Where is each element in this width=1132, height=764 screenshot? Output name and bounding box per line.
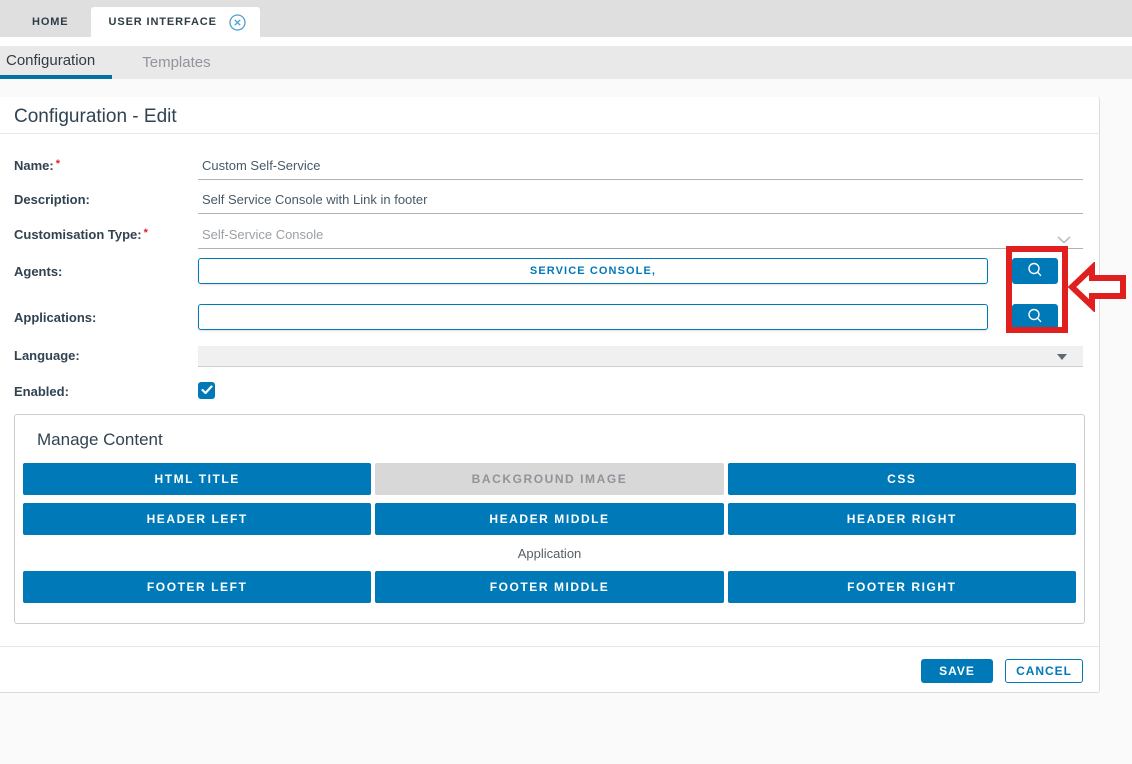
tab-home[interactable]: HOME xyxy=(10,7,91,37)
required-asterisk: * xyxy=(56,158,60,170)
manage-content-panel: Manage Content HTML TITLE BACKGROUND IMA… xyxy=(14,414,1085,624)
tab-home-label: HOME xyxy=(32,16,69,28)
background-gap xyxy=(0,79,1132,97)
save-button[interactable]: SAVE xyxy=(921,659,993,683)
language-label: Language: xyxy=(14,346,198,363)
enabled-checkbox[interactable] xyxy=(198,382,215,399)
sub-tabbar: Configuration Templates xyxy=(0,46,1132,79)
agents-input[interactable] xyxy=(198,258,988,284)
name-field-wrap xyxy=(198,156,1099,180)
applications-row: Applications: xyxy=(0,304,1099,330)
description-label: Description: xyxy=(14,190,198,207)
close-icon[interactable] xyxy=(229,14,246,31)
footer-middle-button[interactable]: FOOTER MIDDLE xyxy=(375,571,723,603)
language-row: Language: xyxy=(0,346,1099,367)
tab-user-interface[interactable]: USER INTERFACE xyxy=(91,7,260,37)
enabled-row: Enabled: xyxy=(0,382,1099,399)
header-right-button[interactable]: HEADER RIGHT xyxy=(728,503,1076,535)
configuration-edit-card: Configuration - Edit Name:* Description:… xyxy=(0,97,1100,693)
header-middle-button[interactable]: HEADER MIDDLE xyxy=(375,503,723,535)
applications-field-wrap xyxy=(198,304,1099,330)
applications-search-button[interactable] xyxy=(1012,304,1058,330)
footer-right-button[interactable]: FOOTER RIGHT xyxy=(728,571,1076,603)
background-image-button: BACKGROUND IMAGE xyxy=(375,463,723,495)
tab-templates[interactable]: Templates xyxy=(126,46,226,79)
name-row: Name:* xyxy=(0,156,1099,180)
manage-content-title: Manage Content xyxy=(23,427,1076,453)
search-icon xyxy=(1025,307,1045,328)
agents-field-wrap xyxy=(198,258,1099,284)
enabled-label: Enabled: xyxy=(14,382,198,399)
page-title: Configuration - Edit xyxy=(0,97,1099,129)
applications-input[interactable] xyxy=(198,304,988,330)
tab-configuration-label: Configuration xyxy=(6,52,95,69)
search-icon xyxy=(1025,261,1045,282)
agents-search-button[interactable] xyxy=(1012,258,1058,284)
title-divider xyxy=(0,133,1099,134)
footer-actions: SAVE CANCEL xyxy=(0,647,1099,693)
enabled-field-wrap xyxy=(198,382,1099,399)
chevron-down-icon xyxy=(1057,231,1071,249)
footer-left-button[interactable]: FOOTER LEFT xyxy=(23,571,371,603)
language-field-wrap xyxy=(198,346,1099,367)
description-row: Description: xyxy=(0,190,1099,214)
tabstrip-spacer xyxy=(0,37,1132,46)
required-asterisk: * xyxy=(144,227,148,239)
name-input[interactable] xyxy=(198,156,1083,180)
caret-down-icon xyxy=(1057,354,1067,360)
checkmark-icon xyxy=(201,382,213,400)
html-title-button[interactable]: HTML TITLE xyxy=(23,463,371,495)
description-input[interactable] xyxy=(198,190,1083,214)
description-field-wrap xyxy=(198,190,1099,214)
agents-label: Agents: xyxy=(14,258,198,279)
customisation-type-select xyxy=(198,225,1083,249)
manage-content-grid: HTML TITLE BACKGROUND IMAGE CSS HEADER L… xyxy=(23,463,1076,603)
agents-row: Agents: xyxy=(0,258,1099,284)
customisation-type-field-wrap xyxy=(198,225,1099,249)
app-window: HOME USER INTERFACE Configuration Templa… xyxy=(0,0,1132,764)
applications-label: Applications: xyxy=(14,304,198,325)
tab-user-interface-label: USER INTERFACE xyxy=(109,16,217,28)
tab-templates-label: Templates xyxy=(142,54,210,71)
customisation-type-row: Customisation Type:* xyxy=(0,225,1099,249)
customisation-type-label: Customisation Type:* xyxy=(14,225,198,242)
name-label: Name:* xyxy=(14,156,198,173)
header-left-button[interactable]: HEADER LEFT xyxy=(23,503,371,535)
cancel-button[interactable]: CANCEL xyxy=(1005,659,1083,683)
css-button[interactable]: CSS xyxy=(728,463,1076,495)
language-select xyxy=(198,346,1083,367)
application-label: Application xyxy=(23,543,1076,563)
tab-configuration[interactable]: Configuration xyxy=(0,46,112,79)
window-tabstrip: HOME USER INTERFACE xyxy=(0,0,1132,37)
